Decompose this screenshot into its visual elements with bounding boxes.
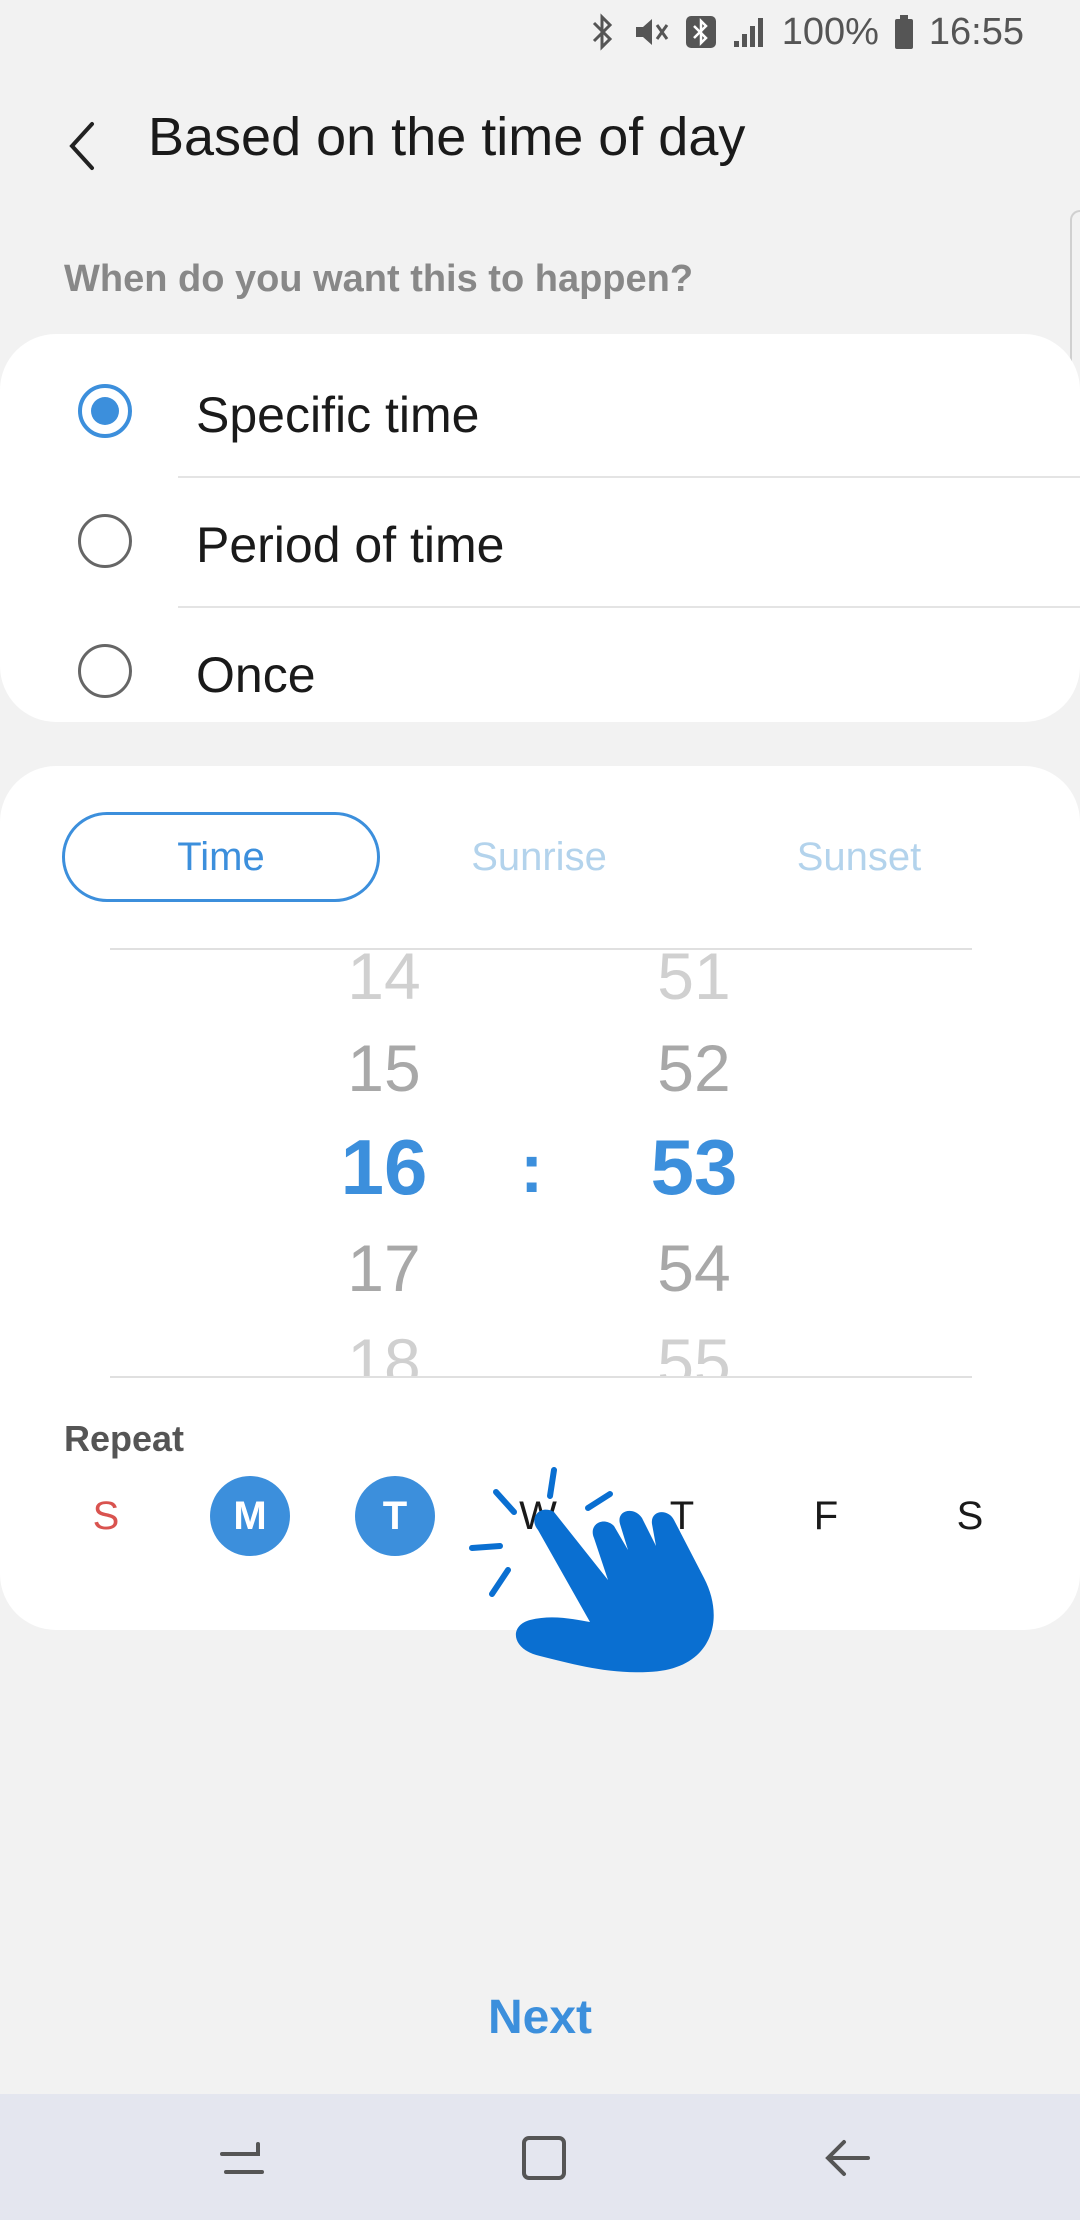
day-saturday[interactable]: S (930, 1476, 1010, 1556)
page-title: Based on the time of day (148, 107, 746, 167)
back-nav-icon[interactable] (818, 2128, 878, 2188)
day-monday[interactable]: M (210, 1476, 290, 1556)
option-specific-time[interactable]: Specific time (0, 348, 1080, 478)
radio-button[interactable] (78, 384, 132, 438)
option-period-of-time[interactable]: Period of time (0, 478, 1080, 608)
radio-button[interactable] (78, 514, 132, 568)
recent-apps-icon[interactable] (212, 2128, 272, 2188)
home-icon[interactable] (514, 2128, 574, 2188)
option-label: Specific time (196, 387, 480, 443)
hour-value[interactable]: 18 (304, 1324, 464, 1376)
tab-time[interactable]: Time (62, 812, 380, 902)
minute-value[interactable]: 54 (614, 1230, 774, 1306)
tab-sunrise[interactable]: Sunrise (380, 812, 698, 902)
bluetooth-box-icon (684, 13, 718, 51)
day-tuesday[interactable]: T (355, 1476, 435, 1556)
bluetooth-icon (588, 13, 618, 51)
repeat-label: Repeat (64, 1418, 185, 1459)
hour-value[interactable]: 15 (304, 1030, 464, 1106)
minute-value[interactable]: 52 (614, 1030, 774, 1106)
mute-icon (632, 13, 670, 51)
radio-button[interactable] (78, 644, 132, 698)
battery-percent: 100% (781, 10, 879, 53)
next-button[interactable]: Next (0, 1990, 1080, 2045)
header: Based on the time of day (0, 100, 1080, 180)
screen: 100% 16:55 Based on the time of day When… (0, 0, 1080, 2220)
tap-hand-icon (469, 1467, 714, 1673)
status-bar: 100% 16:55 (0, 0, 1080, 64)
option-label: Once (196, 647, 316, 703)
question-label: When do you want this to happen? (64, 258, 694, 300)
time-picker: 14 15 16 17 18 : 51 52 53 54 55 (110, 948, 972, 1378)
option-once[interactable]: Once (0, 608, 1080, 738)
chevron-left-icon (69, 122, 94, 170)
time-separator: : (520, 1129, 544, 1207)
hour-selected[interactable]: 16 (304, 1122, 464, 1213)
day-friday[interactable]: F (786, 1476, 866, 1556)
option-label: Period of time (196, 517, 505, 573)
options-card: Specific time Period of time Once (0, 334, 1080, 722)
battery-icon (893, 13, 915, 51)
minute-value[interactable]: 55 (614, 1324, 774, 1376)
clock: 16:55 (928, 10, 1024, 53)
tab-sunset[interactable]: Sunset (700, 812, 1018, 902)
hour-value[interactable]: 14 (304, 950, 464, 1014)
minute-value[interactable]: 51 (614, 950, 774, 1014)
hour-value[interactable]: 17 (304, 1230, 464, 1306)
back-button[interactable] (50, 110, 120, 180)
signal-icon (732, 13, 768, 51)
day-sunday[interactable]: S (66, 1476, 146, 1556)
minute-selected[interactable]: 53 (614, 1122, 774, 1213)
navigation-bar (0, 2094, 1080, 2220)
